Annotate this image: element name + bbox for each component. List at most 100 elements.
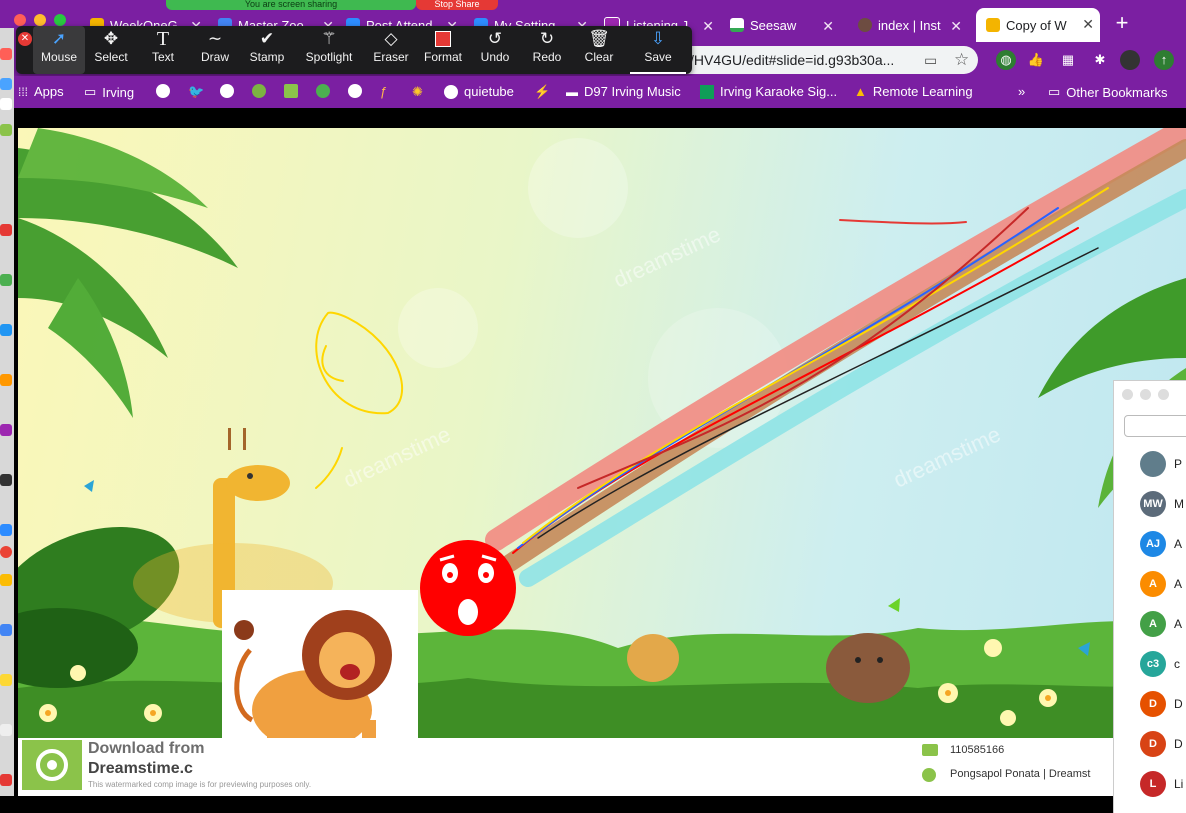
- drive-icon: ▲: [854, 84, 867, 99]
- redo-button[interactable]: ↻ Redo: [521, 26, 573, 74]
- shared-slide[interactable]: dreamstime dreamstime dreamstime: [18, 128, 1186, 738]
- participant-name: M: [1174, 497, 1184, 511]
- author-badge-icon: [922, 768, 936, 782]
- avatar[interactable]: L: [1140, 771, 1166, 797]
- dock-app-icon[interactable]: [0, 474, 12, 486]
- dock-app-icon[interactable]: [0, 374, 12, 386]
- folder-icon: ▭: [84, 84, 97, 99]
- bolt-icon[interactable]: ⚡: [534, 84, 550, 100]
- dock-app-icon[interactable]: [0, 574, 12, 586]
- avatar[interactable]: c3: [1140, 651, 1166, 677]
- dock-app-icon[interactable]: [0, 48, 12, 60]
- clear-button[interactable]: 🗑 Clear: [573, 26, 625, 74]
- turtle-icon[interactable]: [252, 84, 266, 98]
- window-minimize-icon[interactable]: [34, 14, 46, 26]
- bookmark-d97[interactable]: ▬ D97 Irving Music: [566, 84, 681, 99]
- dock-app-icon[interactable]: [0, 724, 12, 736]
- move-icon: ✥: [103, 29, 119, 48]
- dock-app-icon[interactable]: [0, 124, 12, 136]
- bookmark-karaoke[interactable]: Irving Karaoke Sig...: [700, 84, 837, 99]
- more-bookmarks-button[interactable]: »: [1018, 84, 1025, 99]
- dock-app-icon[interactable]: [0, 774, 12, 786]
- dock-app-icon[interactable]: [0, 324, 12, 336]
- undo-button[interactable]: ↺ Undo: [469, 26, 521, 74]
- c-icon[interactable]: [316, 84, 330, 98]
- f-icon[interactable]: ƒ: [380, 84, 387, 99]
- thumbs-up-icon[interactable]: 👍: [1026, 50, 1046, 70]
- dock-app-icon[interactable]: [0, 624, 12, 636]
- twitter-icon[interactable]: 🐦: [188, 84, 204, 100]
- participant-name: A: [1174, 617, 1183, 631]
- watermark-title: Download from: [88, 740, 205, 757]
- new-tab-button[interactable]: +: [1110, 12, 1134, 36]
- close-annotation-icon[interactable]: ✕: [18, 32, 32, 46]
- panel-minimize-icon[interactable]: [1140, 389, 1151, 400]
- update-arrow-icon[interactable]: ↑: [1154, 50, 1174, 70]
- avatar[interactable]: [1140, 451, 1166, 477]
- bookmark-star-icon[interactable]: ☆: [954, 50, 969, 70]
- close-tab-icon[interactable]: ✕: [1082, 16, 1094, 33]
- dock-chrome-icon[interactable]: [0, 546, 12, 558]
- globe-icon[interactable]: [348, 84, 362, 98]
- stamp-tool-button[interactable]: ✔ Stamp: [241, 26, 293, 74]
- bookmark-quietube[interactable]: quietube: [444, 84, 514, 99]
- cast-icon[interactable]: ▭: [924, 52, 937, 69]
- tab-copy-of-week[interactable]: Copy of W ✕: [976, 8, 1100, 42]
- dock-app-icon[interactable]: [0, 674, 12, 686]
- globe-icon[interactable]: [156, 84, 170, 98]
- tab-seesaw[interactable]: Seesaw ✕: [730, 10, 834, 40]
- format-tool-button[interactable]: Format: [417, 26, 469, 74]
- close-tab-icon[interactable]: ✕: [950, 18, 962, 35]
- window-zoom-icon[interactable]: [54, 14, 66, 26]
- sun-icon[interactable]: ✺: [412, 84, 423, 100]
- save-button[interactable]: ⇩ Save: [630, 26, 686, 74]
- image-icon[interactable]: [284, 84, 298, 98]
- screen-sharing-banner: You are screen sharing: [166, 0, 416, 10]
- dock-app-icon[interactable]: [0, 524, 12, 536]
- text-tool-button[interactable]: T Text: [137, 26, 189, 74]
- bookmark-apps[interactable]: ⁞⁞⁞ Apps: [18, 84, 64, 99]
- dock-app-icon[interactable]: [0, 424, 12, 436]
- eraser-tool-button[interactable]: ◇ Eraser: [365, 26, 417, 74]
- window-close-icon[interactable]: [14, 14, 26, 26]
- avatar[interactable]: D: [1140, 691, 1166, 717]
- close-tab-icon[interactable]: ✕: [702, 18, 714, 35]
- tab-index-inst[interactable]: index | Inst ✕: [858, 10, 962, 40]
- avatar[interactable]: A: [1140, 611, 1166, 637]
- dock-app-icon[interactable]: [0, 274, 12, 286]
- grid-extension-icon[interactable]: ▦: [1058, 50, 1078, 70]
- spotlight-tool-button[interactable]: ⚚ Spotlight: [300, 26, 358, 74]
- dock-app-icon[interactable]: [0, 98, 12, 110]
- trash-icon: 🗑: [588, 29, 610, 48]
- dock-app-icon[interactable]: [0, 78, 12, 90]
- avatar[interactable]: AJ: [1140, 531, 1166, 557]
- stop-share-button[interactable]: Stop Share: [416, 0, 498, 10]
- slides-icon: [986, 18, 1000, 32]
- format-swatch-icon: [435, 31, 451, 47]
- dock-app-icon[interactable]: [0, 224, 12, 236]
- participant-name: D: [1174, 737, 1183, 751]
- d97-icon: ▬: [566, 84, 578, 99]
- participant-name: D: [1174, 697, 1183, 711]
- extensions-puzzle-icon[interactable]: ✱: [1090, 50, 1110, 70]
- bookmark-other[interactable]: ▭ Other Bookmarks: [1048, 84, 1167, 100]
- apps-grid-icon: ⁞⁞⁞: [18, 84, 29, 99]
- eraser-icon: ◇: [384, 29, 398, 48]
- select-tool-button[interactable]: ✥ Select: [85, 26, 137, 74]
- globe-icon[interactable]: [220, 84, 234, 98]
- avatar[interactable]: MW: [1140, 491, 1166, 517]
- avatar[interactable]: D: [1140, 731, 1166, 757]
- extension-lp-icon[interactable]: ◍: [996, 50, 1016, 70]
- seesaw-icon: [730, 18, 744, 32]
- close-tab-icon[interactable]: ✕: [822, 18, 834, 35]
- participant-search-input[interactable]: [1124, 415, 1186, 437]
- avatar[interactable]: A: [1140, 571, 1166, 597]
- panel-zoom-icon[interactable]: [1158, 389, 1169, 400]
- participant-name: A: [1174, 537, 1183, 551]
- profile-avatar[interactable]: [1120, 50, 1140, 70]
- panel-close-icon[interactable]: [1122, 389, 1133, 400]
- mouse-tool-button[interactable]: ➚ Mouse: [33, 26, 85, 74]
- bookmark-irving[interactable]: ▭ Irving: [84, 84, 134, 100]
- bookmark-remote-learning[interactable]: ▲ Remote Learning: [854, 84, 973, 99]
- draw-tool-button[interactable]: ∼ Draw: [189, 26, 241, 74]
